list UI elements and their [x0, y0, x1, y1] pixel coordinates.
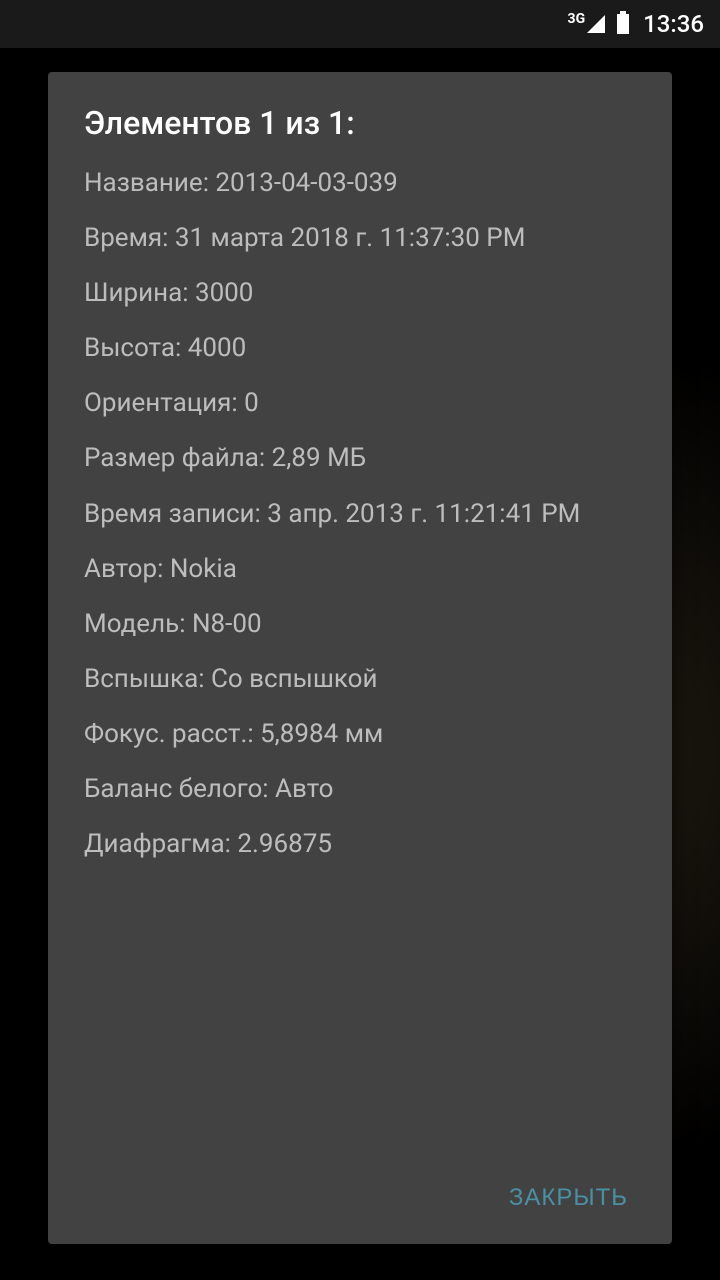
details-dialog: Элементов 1 из 1: Название: 2013-04-03-0… [48, 72, 672, 1244]
detail-filesize: Размер файла: 2,89 МБ [84, 441, 636, 476]
status-time: 13:36 [643, 10, 704, 38]
detail-flash: Вспышка: Со вспышкой [84, 662, 636, 697]
detail-aperture: Диафрагма: 2.96875 [84, 827, 636, 862]
detail-orientation: Ориентация: 0 [84, 386, 636, 421]
network-label: 3G [568, 11, 586, 27]
detail-width: Ширина: 3000 [84, 276, 636, 311]
detail-author: Автор: Nokia [84, 552, 636, 587]
detail-height: Высота: 4000 [84, 331, 636, 366]
detail-record-time: Время записи: 3 апр. 2013 г. 11:21:41 PM [84, 497, 636, 532]
detail-model: Модель: N8-00 [84, 607, 636, 642]
detail-wb: Баланс белого: Авто [84, 772, 636, 807]
battery-icon [617, 14, 629, 34]
close-button[interactable]: Закрыть [489, 1172, 648, 1224]
dialog-content: Название: 2013-04-03-039 Время: 31 марта… [48, 158, 672, 1160]
dialog-title: Элементов 1 из 1: [48, 72, 672, 158]
detail-name: Название: 2013-04-03-039 [84, 166, 636, 201]
dialog-actions: Закрыть [48, 1160, 672, 1244]
status-bar: 3G 13:36 [0, 0, 720, 48]
detail-time: Время: 31 марта 2018 г. 11:37:30 PM [84, 221, 636, 256]
signal-icon [587, 15, 605, 33]
detail-focal: Фокус. расст.: 5,8984 мм [84, 717, 636, 752]
